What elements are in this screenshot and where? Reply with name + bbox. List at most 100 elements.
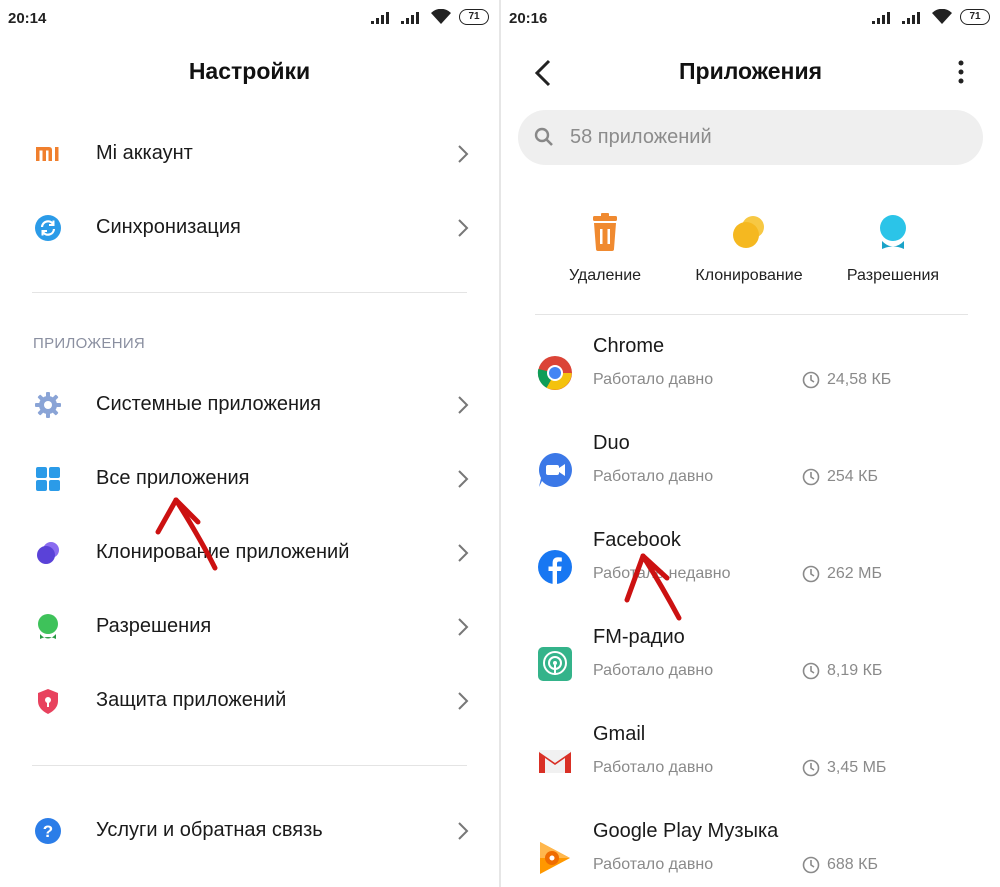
apps-screen: 20:16 71 Приложения 58 приложений Удален… (501, 0, 1000, 887)
permissions-button[interactable]: Разрешения (823, 212, 963, 285)
signal-icon (872, 12, 890, 24)
app-list-item-gmail[interactable]: Gmail Работало давно 3,45 МБ (501, 715, 1000, 811)
chevron-right-icon (458, 618, 469, 636)
clone-icon (37, 542, 59, 564)
settings-item-clone-apps[interactable]: Клонирование приложений (0, 525, 499, 581)
battery-icon: 71 (960, 9, 990, 25)
app-status: Работало давно (593, 759, 714, 776)
svg-text:?: ? (43, 822, 53, 841)
status-icons: 71 (872, 9, 990, 25)
status-icons: 71 (371, 9, 489, 25)
app-size: 24,58 КБ (827, 371, 892, 388)
battery-icon: 71 (459, 9, 489, 25)
grid-icon (36, 467, 60, 491)
app-list-item-facebook[interactable]: Facebook Работало недавно 262 МБ (501, 521, 1000, 617)
sync-icon (35, 215, 61, 241)
search-placeholder: 58 приложений (570, 126, 712, 148)
facebook-icon (538, 550, 572, 584)
mi-logo-icon (36, 147, 59, 161)
settings-item-label: Услуги и обратная связь (96, 819, 323, 841)
gmail-icon (539, 750, 571, 773)
settings-item-mi-account[interactable]: Mi аккаунт (0, 126, 499, 182)
page-title: Приложения (678, 58, 823, 84)
section-header: ПРИЛОЖЕНИЯ (33, 335, 146, 352)
chrome-icon (537, 356, 572, 390)
settings-item-all-apps[interactable]: Все приложения (0, 451, 499, 507)
duo-icon (538, 453, 572, 487)
more-menu-icon[interactable] (956, 58, 966, 88)
divider (32, 765, 467, 766)
app-name: FM-радио (593, 626, 685, 648)
action-label: Удаление (568, 267, 642, 284)
action-label: Разрешения (846, 267, 940, 284)
storage-clock-icon (802, 856, 820, 874)
app-status: Работало давно (593, 856, 714, 873)
settings-item-permissions[interactable]: Разрешения (0, 599, 499, 655)
app-list-item-duo[interactable]: Duo Работало давно 254 КБ (501, 424, 1000, 520)
page-title: Настройки (188, 58, 311, 84)
app-name: Google Play Музыка (593, 820, 779, 842)
storage-clock-icon (802, 565, 820, 583)
wifi-icon (431, 9, 451, 24)
status-bar: 20:14 71 (0, 0, 499, 36)
chevron-right-icon (458, 822, 469, 840)
chevron-right-icon (458, 145, 469, 163)
app-size: 3,45 МБ (827, 759, 887, 776)
signal-icon (371, 12, 389, 24)
fm-radio-icon (538, 647, 572, 681)
uninstall-button[interactable]: Удаление (535, 212, 675, 285)
app-name: Facebook (593, 529, 681, 551)
storage-clock-icon (802, 371, 820, 389)
app-status: Работало давно (593, 371, 714, 388)
app-status: Работало давно (593, 662, 714, 679)
settings-item-app-protection[interactable]: Защита приложений (0, 673, 499, 729)
app-name: Chrome (593, 335, 665, 357)
search-input[interactable]: 58 приложений (518, 110, 983, 165)
search-icon (534, 127, 553, 146)
permissions-icon (38, 614, 58, 639)
signal-icon (401, 12, 419, 24)
settings-item-label: Mi аккаунт (96, 142, 193, 164)
shield-icon (38, 689, 58, 714)
settings-item-label: Синхронизация (96, 216, 241, 238)
app-size: 688 КБ (827, 856, 878, 873)
app-status: Работало давно (593, 468, 714, 485)
chevron-right-icon (458, 470, 469, 488)
chevron-right-icon (458, 692, 469, 710)
clone-icon (733, 216, 764, 248)
trash-icon (593, 213, 617, 251)
settings-item-label: Разрешения (96, 615, 212, 637)
chevron-right-icon (458, 544, 469, 562)
chevron-right-icon (458, 219, 469, 237)
signal-icon (902, 12, 920, 24)
storage-clock-icon (802, 759, 820, 777)
storage-clock-icon (802, 662, 820, 680)
status-time: 20:14 (8, 10, 47, 27)
chevron-right-icon (458, 396, 469, 414)
wifi-icon (932, 9, 952, 24)
app-name: Duo (593, 432, 630, 454)
app-list-item-chrome[interactable]: Chrome Работало давно 24,58 КБ (501, 327, 1000, 423)
help-icon: ? (35, 818, 61, 844)
settings-item-label: Клонирование приложений (96, 541, 350, 563)
app-list-item-fm-radio[interactable]: FM-радио Работало давно 8,19 КБ (501, 618, 1000, 714)
status-time: 20:16 (509, 10, 548, 27)
settings-item-system-apps[interactable]: Системные приложения (0, 377, 499, 433)
settings-item-feedback[interactable]: ? Услуги и обратная связь (0, 803, 499, 859)
settings-item-sync[interactable]: Синхронизация (0, 200, 499, 256)
app-size: 8,19 КБ (827, 662, 883, 679)
storage-clock-icon (802, 468, 820, 486)
settings-screen: 20:14 71 Настройки Mi аккаунт Синхрониза… (0, 0, 499, 887)
gear-icon (35, 392, 61, 418)
permissions-icon (880, 215, 906, 249)
settings-item-label: Защита приложений (96, 689, 287, 711)
app-size: 254 КБ (827, 468, 878, 485)
app-list-item-play-music[interactable]: Google Play Музыка Работало давно 688 КБ (501, 812, 1000, 887)
divider (32, 292, 467, 293)
action-label: Клонирование (695, 267, 803, 284)
app-status: Работало недавно (593, 565, 731, 582)
play-music-icon (540, 842, 570, 874)
settings-item-label: Системные приложения (96, 393, 321, 415)
clone-button[interactable]: Клонирование (679, 212, 819, 285)
status-bar: 20:16 71 (501, 0, 1000, 36)
